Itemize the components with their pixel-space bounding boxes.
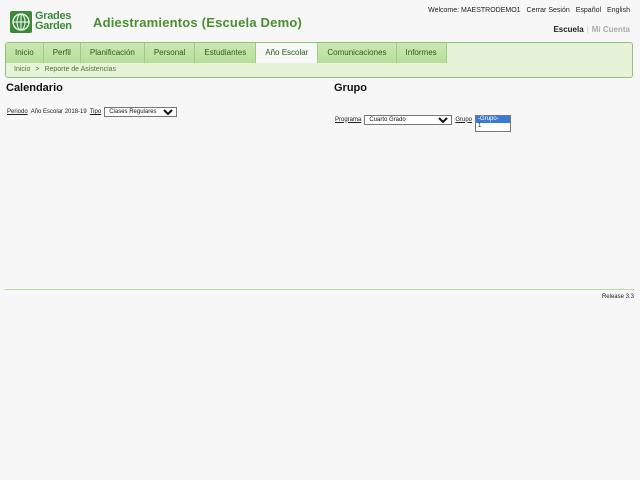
context-switcher: Escuela | Mi Cuenta (553, 25, 630, 34)
tab-inicio[interactable]: Inicio (6, 43, 44, 63)
grupo-listbox[interactable]: -Grupo- 1 (475, 115, 512, 132)
tab-informes[interactable]: Informes (396, 43, 447, 63)
calendario-heading: Calendario (6, 82, 63, 94)
tipo-label: Tipo (89, 109, 102, 115)
breadcrumb-separator: > (35, 66, 40, 73)
tab-ano-escolar[interactable]: Año Escolar (256, 43, 319, 63)
grupo-option-1[interactable]: 1 (476, 123, 510, 130)
breadcrumb-home-link[interactable]: Inicio (14, 66, 30, 73)
tab-comunicaciones[interactable]: Comunicaciones (318, 43, 397, 63)
grupo-option-placeholder[interactable]: -Grupo- (476, 116, 511, 123)
grupo-heading: Grupo (334, 82, 367, 94)
tab-perfil[interactable]: Perfil (43, 43, 81, 63)
footer-divider (5, 289, 634, 290)
logo-text: Grades Garden (35, 11, 72, 32)
release-version: Release 3.3 (601, 294, 634, 300)
periodo-label: Periodo (7, 109, 28, 115)
grades-garden-logo: Grades Garden (10, 11, 82, 33)
logo-line-2: Garden (35, 20, 72, 32)
calendario-filter-row: Periodo Año Escolar 2018-19 Tipo Clases … (7, 107, 178, 117)
language-english-link[interactable]: English (607, 7, 630, 14)
tab-estudiantes[interactable]: Estudiantes (195, 43, 257, 63)
context-my-account-link[interactable]: Mi Cuenta (592, 25, 630, 34)
programa-select[interactable]: Cuarto Grado (364, 114, 453, 125)
grupo-filter-row: Programa Cuarto Grado Grupo -Grupo- 1 (335, 107, 512, 132)
nav-tabs: Inicio Perfil Planificación Personal Est… (6, 43, 447, 63)
language-spanish-link[interactable]: Español (576, 7, 601, 14)
globe-grid-icon (10, 11, 32, 33)
context-school-link[interactable]: Escuela (553, 25, 583, 34)
tab-personal[interactable]: Personal (144, 43, 196, 63)
periodo-value: Año Escolar 2018-19 (30, 109, 87, 115)
tipo-select[interactable]: Clases Regulares (104, 107, 178, 117)
context-separator: | (586, 25, 589, 34)
logout-link[interactable]: Cerrar Sesión (527, 7, 570, 14)
main-navigation: Inicio Perfil Planificación Personal Est… (5, 42, 633, 78)
programa-label: Programa (335, 116, 362, 123)
app-title: Adiestramientos (Escuela Demo) (93, 15, 303, 30)
grupo-label: Grupo (455, 116, 473, 123)
welcome-text: Welcome: MAESTRODEMO1 (428, 7, 521, 14)
tab-planificacion[interactable]: Planificación (80, 43, 145, 63)
top-user-bar: Welcome: MAESTRODEMO1 Cerrar Sesión Espa… (428, 7, 630, 14)
breadcrumb: Inicio > Reporte de Asistencias (14, 66, 116, 73)
breadcrumb-current: Reporte de Asistencias (44, 66, 117, 73)
